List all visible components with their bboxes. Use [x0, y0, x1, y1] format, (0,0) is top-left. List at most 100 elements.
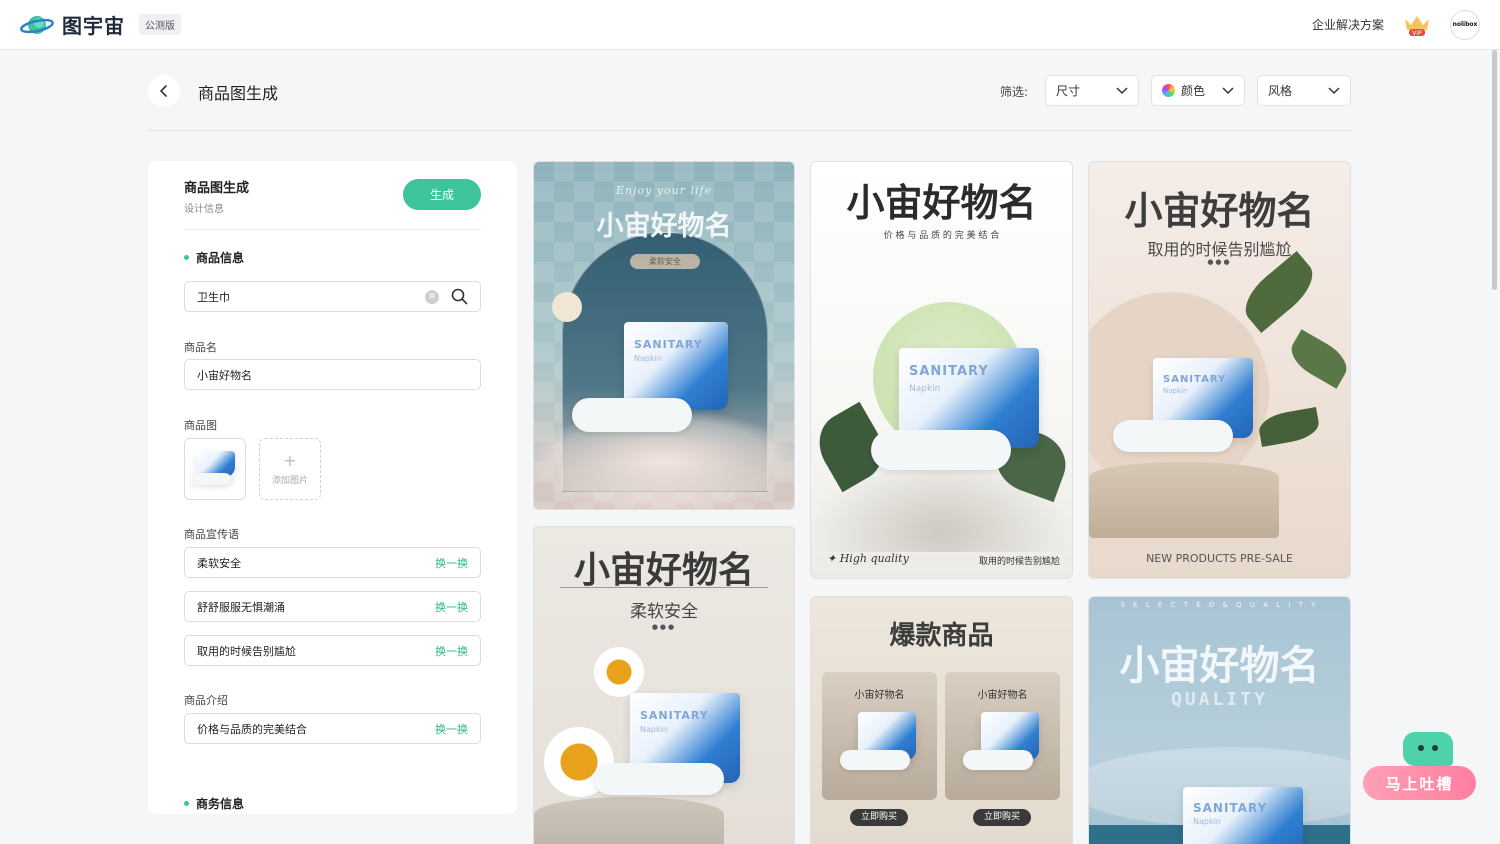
generate-button[interactable]: 生成 [403, 179, 481, 210]
filter-size-label: 尺寸 [1056, 84, 1081, 98]
swap-button[interactable]: 换一换 [435, 643, 468, 659]
pack-brand: SANITARY [1163, 374, 1227, 385]
filter-label: 筛选: [1000, 85, 1029, 99]
add-image-button[interactable]: + 添加图片 [259, 438, 321, 500]
chevron-down-icon [1222, 86, 1234, 94]
template-card[interactable]: 爆款商品 小宙好物名 小宙好物名 立即购买 立即购买 [810, 596, 1073, 844]
card-headline: 爆款商品 [889, 621, 994, 651]
page-scrollbar[interactable] [1492, 50, 1497, 290]
pack-brand: SANITARY [640, 709, 709, 722]
card-tagline: 价 格 与 品 质 的 完 美 结 合 [883, 231, 1000, 241]
vip-crown-icon[interactable]: VIP [1402, 13, 1432, 37]
filter-style-dropdown[interactable]: 风格 [1257, 75, 1351, 106]
template-card[interactable]: 小宙好物名 取用的时候告别尴尬 ●●● SANITARY Napkin NEW … [1088, 161, 1351, 579]
filter-size-dropdown[interactable]: 尺寸 [1045, 75, 1139, 106]
pad-image [572, 398, 692, 432]
mini-card-title: 小宙好物名 [854, 690, 905, 701]
product-pack-image: SANITARY Napkin [624, 322, 728, 410]
logo[interactable]: 图宇宙 公测版 [20, 10, 181, 39]
swap-button[interactable]: 换一换 [435, 599, 468, 615]
card-footer-right: 取用的时候告别尴尬 [978, 557, 1060, 567]
filter-color-dropdown[interactable]: 颜色 [1151, 75, 1245, 106]
product-info-heading-text: 商品信息 [196, 251, 245, 265]
headline-rule [560, 587, 768, 588]
card-headline: 小宙好物名 [573, 549, 754, 591]
product-name-input[interactable]: 小宙好物名 [184, 359, 481, 390]
clear-icon[interactable]: ✕ [425, 289, 439, 304]
card-tagline: 柔软安全 [630, 602, 698, 622]
slogan-value-1: 柔软安全 [197, 556, 241, 570]
app-name: 图宇宙 [62, 14, 125, 38]
top-bar: 图宇宙 公测版 企业解决方案 VIP nolibox [0, 0, 1500, 50]
swap-button[interactable]: 换一换 [435, 721, 468, 737]
swap-button[interactable]: 换一换 [435, 555, 468, 571]
product-name-value: 小宙好物名 [197, 368, 252, 382]
back-button[interactable] [148, 75, 180, 107]
planet-logo-icon [20, 13, 54, 37]
intro-label: 商品介绍 [184, 694, 228, 707]
business-info-heading: 商务信息 [184, 795, 244, 812]
daisy-flower-shape [594, 647, 644, 697]
user-avatar[interactable]: nolibox [1450, 9, 1480, 40]
card-headline: 小宙好物名 [596, 211, 732, 242]
slogan-label: 商品宣传语 [184, 528, 239, 541]
chevron-down-icon [1116, 86, 1128, 94]
product-image-label: 商品图 [184, 419, 217, 432]
panel-subtitle: 设计信息 [184, 204, 224, 215]
product-image-thumbnail[interactable] [184, 438, 246, 500]
vip-label: VIP [1412, 30, 1422, 37]
chevron-down-icon [1328, 86, 1340, 94]
search-icon[interactable] [451, 288, 468, 305]
mini-product-card: 小宙好物名 [822, 672, 937, 800]
header-divider [148, 130, 1352, 131]
feedback-widget[interactable]: 马上吐槽 [1363, 732, 1476, 802]
card-tagline: 取用的时候告别尴尬 [1147, 240, 1292, 259]
plus-icon: + [283, 450, 297, 470]
section-dot-icon [184, 255, 189, 260]
mini-card-title: 小宙好物名 [977, 690, 1028, 701]
section-dot-icon [184, 801, 189, 806]
product-name-label: 商品名 [184, 341, 217, 354]
card-headline: 小宙好物名 [846, 180, 1037, 225]
buy-now-button[interactable]: 立即购买 [850, 809, 908, 826]
page-title: 商品图生成 [198, 84, 279, 103]
chevron-left-icon [159, 85, 167, 97]
template-card[interactable]: Enjoy your life 小宙好物名 柔软安全 SANITARY Napk… [533, 161, 795, 510]
slogan-value-2: 舒舒服服无惧潮涌 [197, 600, 285, 614]
rock-pedestal-shape [534, 797, 724, 844]
product-info-heading: 商品信息 [184, 249, 244, 266]
card-footer-left: ✦ High quality [827, 552, 909, 565]
filter-color-label: 颜色 [1181, 84, 1206, 98]
slogan-input-3[interactable]: 取用的时候告别尴尬 换一换 [184, 635, 481, 666]
design-info-panel: 商品图生成 设计信息 生成 商品信息 卫生巾 ✕ 商品名 小宙好物名 商品图 +… [148, 161, 517, 814]
card-dots: ●●● [1207, 258, 1232, 266]
template-card[interactable]: 小宙好物名 柔软安全 ●●● SANITARY Napkin [533, 526, 795, 844]
mini-product-card: 小宙好物名 [945, 672, 1060, 800]
slogan-value-3: 取用的时候告别尴尬 [197, 644, 296, 658]
pack-sub: Napkin [640, 725, 668, 734]
buy-now-button[interactable]: 立即购买 [973, 809, 1031, 826]
card-script-text: Enjoy your life [615, 184, 713, 197]
card-headline: 小宙好物名 [1124, 188, 1315, 233]
card-sub-text: QUALITY [1171, 689, 1268, 710]
template-card[interactable]: 小宙好物名 价 格 与 品 质 的 完 美 结 合 SANITARY Napki… [810, 161, 1073, 579]
card-headline: 小宙好物名 [1119, 642, 1320, 689]
intro-value: 价格与品质的完美结合 [197, 722, 307, 736]
pack-sub: Napkin [634, 354, 662, 363]
enterprise-solutions-link[interactable]: 企业解决方案 [1312, 16, 1384, 33]
slogan-input-2[interactable]: 舒舒服服无惧潮涌 换一换 [184, 591, 481, 622]
pack-brand: SANITARY [634, 338, 703, 351]
product-search-value: 卫生巾 [197, 290, 230, 304]
product-search-input[interactable]: 卫生巾 ✕ [184, 281, 481, 312]
template-card[interactable]: S E L E C T E D & Q U A L I T Y 小宙好物名 QU… [1088, 596, 1351, 844]
pad-image [963, 750, 1033, 770]
pack-sub: Napkin [1163, 387, 1188, 395]
color-wheel-icon [1162, 84, 1175, 97]
card-letter-strip: S E L E C T E D & Q U A L I T Y [1120, 601, 1319, 609]
slogan-input-1[interactable]: 柔软安全 换一换 [184, 547, 481, 578]
filter-style-label: 风格 [1268, 84, 1293, 98]
feedback-button[interactable]: 马上吐槽 [1363, 766, 1476, 800]
beta-badge: 公测版 [139, 14, 181, 35]
intro-input[interactable]: 价格与品质的完美结合 换一换 [184, 713, 481, 744]
pad-image [594, 763, 724, 795]
